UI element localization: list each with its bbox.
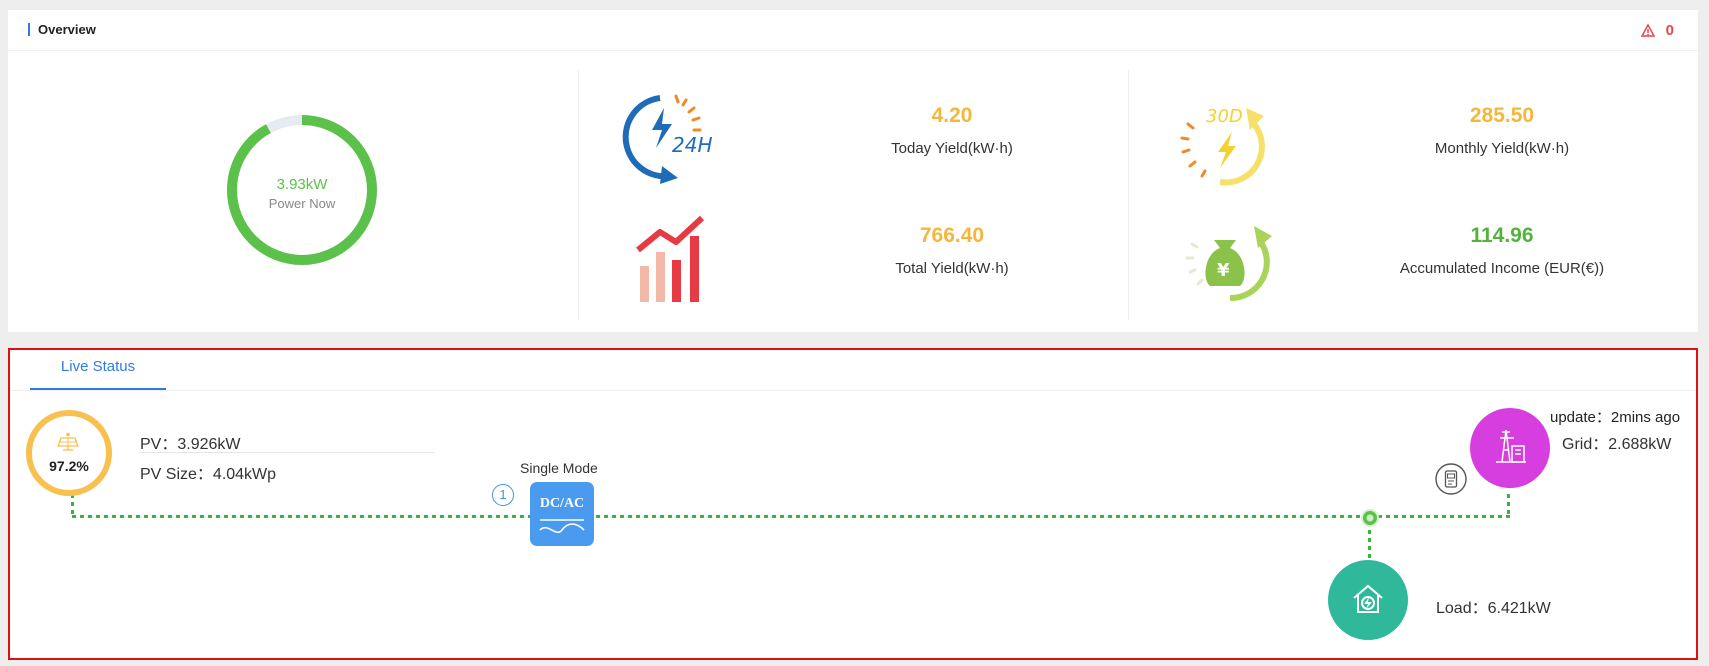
today-yield-label: Today Yield(kW·h) bbox=[891, 140, 1013, 157]
svg-text:24H: 24H bbox=[672, 133, 713, 157]
power-now-value: 3.93kW bbox=[276, 176, 328, 193]
node-to-load-flow bbox=[1367, 522, 1373, 562]
grid-to-node-flow bbox=[1378, 514, 1514, 520]
flow-junction-node bbox=[1361, 509, 1379, 527]
inverter-wave-icon bbox=[539, 519, 585, 534]
house-load-icon bbox=[1353, 584, 1383, 613]
pv-size: PV Size：4.04kWp bbox=[140, 466, 277, 483]
smart-meter-icon[interactable] bbox=[1434, 462, 1468, 496]
total-yield-chart-icon bbox=[636, 215, 705, 302]
grid-update-time: update：2mins ago bbox=[1550, 409, 1681, 426]
load-circle[interactable] bbox=[1328, 560, 1408, 640]
inverter-mode: Single Mode bbox=[520, 460, 598, 476]
inverter-count-badge[interactable]: 1 bbox=[492, 484, 514, 506]
total-yield-label: Total Yield(kW·h) bbox=[895, 260, 1009, 277]
title-accent-bar bbox=[28, 23, 30, 36]
grid-circle[interactable] bbox=[1470, 408, 1550, 488]
live-status-panel: Live Status 97.2% PV：3.926kW PV Size：4.0… bbox=[8, 348, 1698, 660]
power-now-label: Power Now bbox=[268, 196, 336, 211]
grid-flow-down bbox=[1506, 494, 1512, 516]
tab-live-status[interactable]: Live Status bbox=[30, 350, 166, 390]
svg-text:30D: 30D bbox=[1206, 106, 1243, 127]
alarm-indicator[interactable]: 0 bbox=[1640, 22, 1674, 39]
live-tabs: Live Status bbox=[10, 350, 1696, 391]
income-moneybag-icon: ¥ bbox=[1185, 226, 1272, 302]
total-yield-value: 766.40 bbox=[919, 224, 985, 247]
monthly-yield-label: Monthly Yield(kW·h) bbox=[1434, 140, 1570, 157]
overview-title: Overview bbox=[38, 22, 96, 37]
monthly-yield-30d-icon: 30D bbox=[1180, 106, 1265, 186]
inverter-box[interactable]: DC/AC bbox=[530, 482, 594, 546]
monthly-yield-value: 285.50 bbox=[1469, 104, 1535, 127]
solar-panel-icon bbox=[57, 432, 79, 451]
pv-underline bbox=[140, 452, 434, 453]
pv-power: PV：3.926kW bbox=[140, 436, 241, 453]
today-yield-value: 4.20 bbox=[931, 104, 973, 127]
power-tower-icon bbox=[1496, 429, 1526, 463]
load-power: Load：6.421kW bbox=[1436, 600, 1551, 617]
alarm-count: 0 bbox=[1665, 22, 1674, 39]
alarm-icon bbox=[1640, 22, 1655, 37]
grid-power: Grid：2.688kW bbox=[1562, 436, 1672, 453]
divider bbox=[1128, 70, 1129, 320]
pv-status-circle bbox=[26, 410, 112, 496]
today-yield-24h-icon: 24H bbox=[622, 94, 713, 184]
inverter-count: 1 bbox=[499, 487, 507, 502]
divider bbox=[578, 70, 579, 320]
inverter-label: DC/AC bbox=[539, 496, 585, 511]
overview-panel: Overview 0 3.93kW Power Now 24H 4.20 Tod… bbox=[8, 10, 1698, 332]
overview-header: Overview 0 bbox=[8, 10, 1698, 51]
svg-text:¥: ¥ bbox=[1217, 260, 1230, 281]
income-value: 114.96 bbox=[1470, 224, 1534, 247]
pv-percent: 97.2% bbox=[49, 458, 89, 474]
income-label: Accumulated Income (EUR(€)) bbox=[1399, 260, 1605, 277]
inverter-to-node-flow bbox=[596, 514, 1366, 520]
pv-to-inverter-flow bbox=[72, 514, 542, 520]
